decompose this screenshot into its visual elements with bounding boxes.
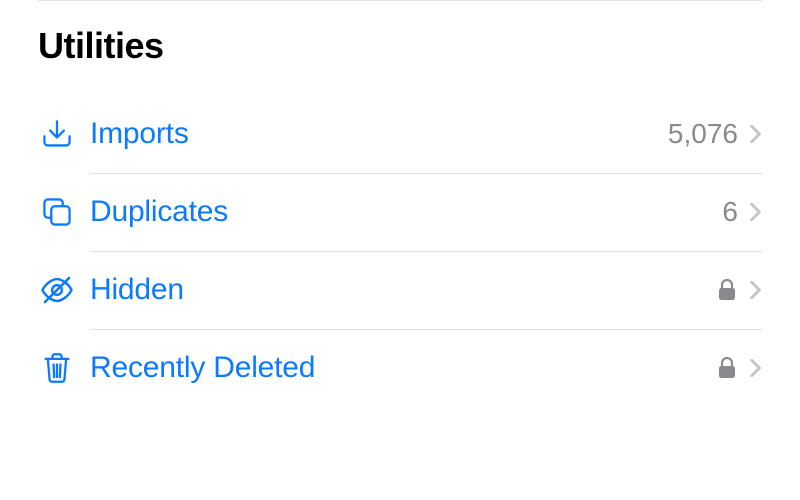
list-item-hidden[interactable]: Hidden — [38, 251, 762, 329]
chevron-right-icon — [748, 122, 762, 146]
duplicates-icon — [38, 193, 76, 231]
chevron-right-icon — [748, 356, 762, 380]
trash-icon — [38, 349, 76, 387]
chevron-right-icon — [748, 278, 762, 302]
item-count: 5,076 — [668, 118, 738, 150]
item-label: Recently Deleted — [90, 351, 716, 385]
lock-icon — [716, 277, 738, 303]
list-item-duplicates[interactable]: Duplicates 6 — [38, 173, 762, 251]
lock-icon — [716, 355, 738, 381]
utilities-list: Imports 5,076 Duplicates 6 — [38, 95, 762, 407]
section-title: Utilities — [38, 25, 762, 67]
hidden-icon — [38, 271, 76, 309]
section-divider — [38, 0, 762, 1]
list-item-recently-deleted[interactable]: Recently Deleted — [38, 329, 762, 407]
item-label: Imports — [90, 117, 668, 151]
item-label: Hidden — [90, 273, 716, 307]
import-icon — [38, 115, 76, 153]
chevron-right-icon — [748, 200, 762, 224]
item-count: 6 — [722, 196, 738, 228]
list-item-imports[interactable]: Imports 5,076 — [38, 95, 762, 173]
item-label: Duplicates — [90, 195, 722, 229]
